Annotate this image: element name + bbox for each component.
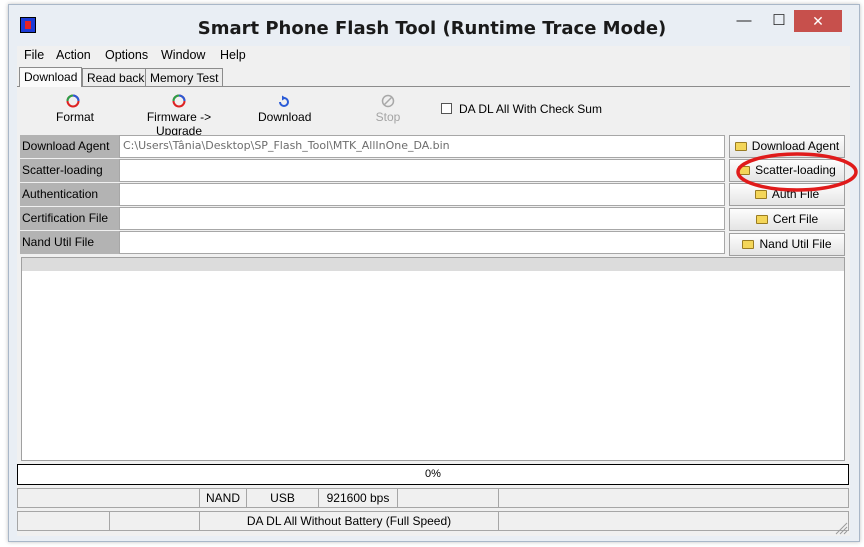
scatter-loading-label: Scatter-loading File <box>20 159 119 200</box>
menu-window[interactable]: Window <box>161 48 205 62</box>
status-mode: DA DL All Without Battery (Full Speed) <box>199 511 499 531</box>
folder-icon <box>742 240 755 249</box>
download-agent-button-label: Download Agent <box>751 139 840 153</box>
format-label: Format <box>56 110 95 124</box>
tab-memory-test[interactable]: Memory Test <box>145 68 224 86</box>
menu-help[interactable]: Help <box>220 48 246 62</box>
folder-icon <box>734 142 747 151</box>
log-panel[interactable] <box>21 257 845 461</box>
auth-file-button[interactable]: Auth File <box>729 183 845 206</box>
status-cell-empty <box>397 488 499 508</box>
download-label: Download <box>258 110 312 124</box>
nand-util-file-button[interactable]: Nand Util File <box>729 233 845 256</box>
format-icon <box>66 94 80 108</box>
scatter-loading-button[interactable]: Scatter-loading <box>729 159 845 182</box>
checksum-label: DA DL All With Check Sum <box>459 102 602 116</box>
format-button[interactable]: Format <box>56 94 94 124</box>
firmware-upgrade-icon <box>172 94 186 108</box>
nand-util-file-label: Nand Util File <box>20 231 119 254</box>
stop-label: Stop <box>375 110 401 124</box>
log-header <box>22 258 844 271</box>
cert-file-button[interactable]: Cert File <box>729 208 845 231</box>
menu-options[interactable]: Options <box>105 48 148 62</box>
status-storage: NAND <box>199 488 247 508</box>
close-button[interactable]: ✕ <box>794 10 842 32</box>
authentication-file-field[interactable] <box>119 183 725 206</box>
folder-icon <box>755 215 768 224</box>
tab-read-back[interactable]: Read back <box>82 68 150 86</box>
tab-download[interactable]: Download <box>19 67 83 87</box>
status-cell-empty <box>109 511 200 531</box>
scatter-loading-field[interactable] <box>119 159 725 182</box>
minimize-button[interactable]: — <box>729 10 759 32</box>
progress-text: 0% <box>425 468 441 480</box>
firmware-upgrade-label: Firmware -> Upgrade <box>146 110 212 138</box>
nand-util-file-field[interactable] <box>119 231 725 254</box>
status-cell-empty <box>498 511 849 531</box>
status-cell-empty <box>17 488 200 508</box>
nand-util-file-button-label: Nand Util File <box>759 237 832 251</box>
checksum-checkbox[interactable] <box>441 103 452 114</box>
download-icon <box>277 94 291 108</box>
authentication-file-label: Authentication File <box>20 183 119 224</box>
status-cell-empty <box>17 511 110 531</box>
download-agent-label: Download Agent <box>20 135 119 158</box>
download-button[interactable]: Download <box>258 94 312 124</box>
resize-grip-icon[interactable] <box>834 521 848 535</box>
firmware-upgrade-button[interactable]: Firmware -> Upgrade <box>128 94 230 138</box>
download-agent-button[interactable]: Download Agent <box>729 135 845 158</box>
scatter-loading-button-label: Scatter-loading <box>755 163 836 177</box>
folder-icon <box>754 190 767 199</box>
status-port: USB <box>246 488 319 508</box>
download-agent-field[interactable]: C:\Users\Tânia\Desktop\SP_Flash_Tool\MTK… <box>119 135 725 158</box>
maximize-button[interactable]: ☐ <box>764 10 794 32</box>
certification-file-field[interactable] <box>119 207 725 230</box>
progress-bar: 0% <box>17 464 849 485</box>
menu-action[interactable]: Action <box>56 48 91 62</box>
cert-file-button-label: Cert File <box>772 212 819 226</box>
auth-file-button-label: Auth File <box>771 187 820 201</box>
status-baud: 921600 bps <box>318 488 398 508</box>
certification-file-label: Certification File <box>20 207 119 230</box>
status-cell-empty <box>498 488 849 508</box>
stop-icon <box>381 94 395 108</box>
folder-icon <box>738 166 751 175</box>
menu-file[interactable]: File <box>24 48 44 62</box>
stop-button[interactable]: Stop <box>372 94 404 124</box>
